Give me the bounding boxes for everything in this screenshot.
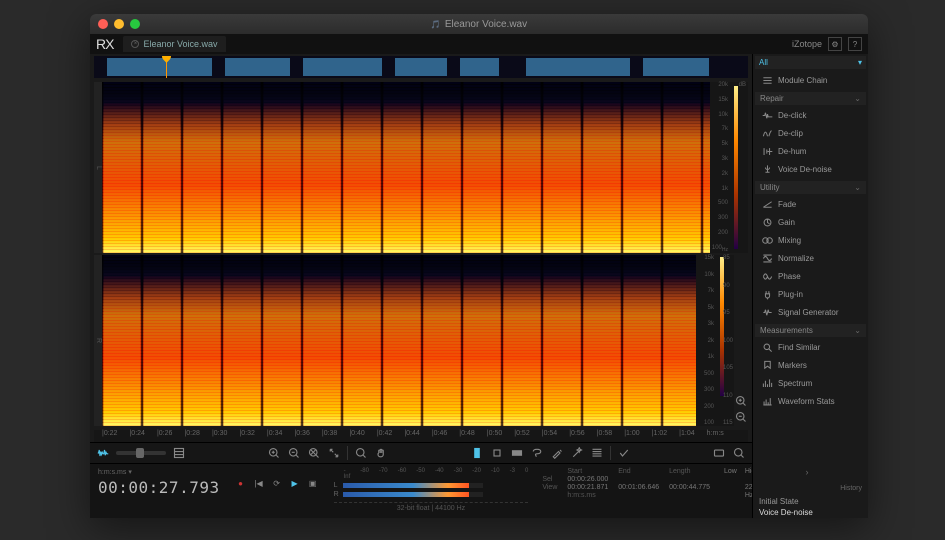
chain-icon: [761, 74, 773, 86]
find-icon: [761, 341, 773, 353]
channel-right-label: R: [94, 255, 102, 426]
category-measurements[interactable]: Measurements⌄: [755, 324, 866, 337]
module-chain-button[interactable]: Module Chain: [755, 71, 866, 89]
loop-button[interactable]: ⟳: [270, 476, 284, 490]
minimize-window-icon[interactable]: [114, 19, 124, 29]
module-signal-generator[interactable]: Signal Generator: [755, 303, 866, 321]
zoom-window-icon[interactable]: [130, 19, 140, 29]
waveform-opacity-slider[interactable]: [116, 451, 166, 455]
module-filter-select[interactable]: All▾: [755, 56, 866, 69]
hum-icon: [761, 145, 773, 157]
marker-icon: [761, 359, 773, 371]
clip-icon: [761, 127, 773, 139]
module-find-similar[interactable]: Find Similar: [755, 338, 866, 356]
app-logo: RX: [96, 36, 113, 52]
zoom-in-icon[interactable]: [267, 446, 281, 460]
tab-filename: Eleanor Voice.wav: [143, 39, 217, 49]
module-spectrum[interactable]: Spectrum: [755, 374, 866, 392]
rewind-button[interactable]: |◀: [252, 476, 266, 490]
spectrogram-view-icon[interactable]: [172, 446, 186, 460]
time-format-selector[interactable]: h:m:s.ms ▾: [98, 468, 220, 476]
db-scale-right[interactable]: 859095 100105110 115: [716, 255, 734, 426]
module-gain[interactable]: Gain: [755, 213, 866, 231]
wand-select-icon[interactable]: [570, 446, 584, 460]
stats-icon: [761, 395, 773, 407]
history-item[interactable]: Initial State: [753, 496, 868, 507]
channel-left-label: L: [94, 82, 102, 253]
zoom-tool-icon[interactable]: [354, 446, 368, 460]
transport-bar: h:m:s.ms ▾ 00:00:27.793 ● |◀ ⟳ ▶ ▣ -Inf-…: [90, 463, 752, 518]
mixing-icon: [761, 234, 773, 246]
zoom-vertical-in-icon[interactable]: [734, 394, 748, 408]
close-window-icon[interactable]: [98, 19, 108, 29]
db-colorbar: dB: [730, 82, 748, 253]
voice-icon: [761, 163, 773, 175]
plug-icon: [761, 288, 773, 300]
zoom-vertical-out-icon[interactable]: [734, 410, 748, 424]
brand-label: iZotope: [792, 39, 822, 49]
module-phase[interactable]: Phase: [755, 267, 866, 285]
zoom-out-icon[interactable]: [287, 446, 301, 460]
file-tab[interactable]: × Eleanor Voice.wav: [123, 36, 225, 52]
freq-select-icon[interactable]: [510, 446, 524, 460]
overview-waveform[interactable]: [94, 56, 748, 78]
module-sidebar: All▾ Module Chain Repair⌄ De-click De-cl…: [752, 54, 868, 518]
fade-icon: [761, 198, 773, 210]
timefreq-select-icon[interactable]: [490, 446, 504, 460]
module-markers[interactable]: Markers: [755, 356, 866, 374]
settings-icon[interactable]: ⚙: [828, 37, 842, 51]
module-fade[interactable]: Fade: [755, 195, 866, 213]
module-normalize[interactable]: Normalize: [755, 249, 866, 267]
module-plugin[interactable]: Plug-in: [755, 285, 866, 303]
close-tab-icon[interactable]: ×: [131, 40, 139, 48]
module-voice-denoise[interactable]: Voice De-noise: [755, 160, 866, 178]
zoom-fit-icon[interactable]: [327, 446, 341, 460]
spectrum-icon: [761, 377, 773, 389]
frequency-scale: 20k15k10k 7k5k3k 2k1k500 300200 100Hz: [710, 82, 730, 253]
grab-tool-icon[interactable]: [374, 446, 388, 460]
module-waveform-stats[interactable]: Waveform Stats: [755, 392, 866, 410]
time-axis: |0:22|0:24|0:26 |0:28|0:30|0:32 |0:34|0:…: [94, 430, 748, 442]
frequency-scale-r: 15k10k 7k5k3k 2k1k500 300200100: [696, 255, 716, 426]
play-button[interactable]: ▶: [288, 476, 302, 490]
level-meters: -Inf-80 -70-60 -50-40 -30-20 -10-3 0 L R…: [334, 468, 529, 512]
category-repair[interactable]: Repair⌄: [755, 92, 866, 105]
format-info: 32-bit float | 44100 Hz: [334, 502, 529, 512]
time-select-icon[interactable]: [470, 446, 484, 460]
deselect-icon[interactable]: [617, 446, 631, 460]
phase-icon: [761, 270, 773, 282]
window-controls: [90, 19, 140, 29]
window-title: Eleanor Voice.wav: [90, 19, 868, 30]
record-button[interactable]: ●: [234, 476, 248, 490]
spectrogram-right[interactable]: [102, 255, 696, 426]
module-de-clip[interactable]: De-clip: [755, 124, 866, 142]
titlebar: Eleanor Voice.wav: [90, 14, 868, 34]
zoom-selection-icon[interactable]: [307, 446, 321, 460]
module-de-hum[interactable]: De-hum: [755, 142, 866, 160]
app-window: Eleanor Voice.wav RX × Eleanor Voice.wav…: [90, 14, 868, 518]
selection-info: StartEndLength Sel00:00:26.000 View00:00…: [542, 468, 710, 499]
module-de-click[interactable]: De-click: [755, 106, 866, 124]
history-item[interactable]: Voice De-noise: [753, 507, 868, 518]
module-mixing[interactable]: Mixing: [755, 231, 866, 249]
lasso-select-icon[interactable]: [530, 446, 544, 460]
normalize-icon: [761, 252, 773, 264]
brush-select-icon[interactable]: [550, 446, 564, 460]
category-utility[interactable]: Utility⌄: [755, 181, 866, 194]
collapse-sidebar-icon[interactable]: ›: [806, 467, 816, 477]
waveform-view-icon[interactable]: [96, 446, 110, 460]
stop-button[interactable]: ▣: [306, 476, 320, 490]
zoom-horizontal-icon[interactable]: [732, 446, 746, 460]
spectrogram-left[interactable]: [102, 82, 710, 253]
playhead-icon[interactable]: [166, 56, 167, 78]
gain-icon: [761, 216, 773, 228]
history-label: History: [753, 481, 868, 496]
siggen-icon: [761, 306, 773, 318]
topbar: RX × Eleanor Voice.wav iZotope ⚙ ?: [90, 34, 868, 54]
help-icon[interactable]: ?: [848, 37, 862, 51]
instant-process-icon[interactable]: [712, 446, 726, 460]
timecode-display[interactable]: 00:00:27.793: [98, 478, 220, 497]
select-harmonics-icon[interactable]: [590, 446, 604, 460]
pulse-icon: [761, 109, 773, 121]
